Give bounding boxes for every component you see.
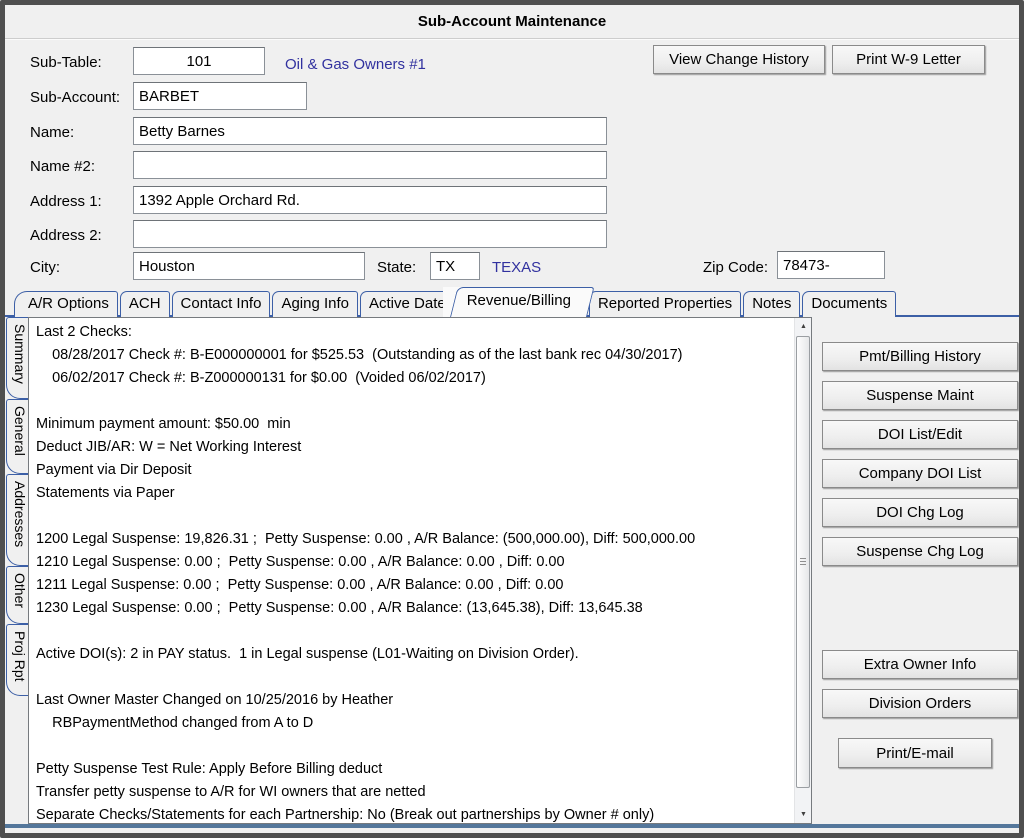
state-label: State: — [377, 259, 416, 276]
tab-documents[interactable]: Documents — [802, 291, 896, 317]
sub-table-input[interactable] — [133, 47, 265, 75]
address1-label: Address 1: — [30, 193, 102, 210]
scroll-thumb[interactable] — [796, 336, 810, 788]
zip-label: Zip Code: — [703, 259, 768, 276]
suspense-maint-button[interactable]: Suspense Maint — [822, 381, 1018, 410]
summary-line — [36, 669, 787, 692]
summary-line: Petty Suspense Test Rule: Apply Before B… — [36, 761, 787, 784]
doi-list-edit-button[interactable]: DOI List/Edit — [822, 420, 1018, 449]
summary-line: Last Owner Master Changed on 10/25/2016 … — [36, 692, 787, 715]
summary-line: 1210 Legal Suspense: 0.00 ; Petty Suspen… — [36, 554, 787, 577]
page-title: Sub-Account Maintenance — [418, 13, 606, 30]
summary-line: 1211 Legal Suspense: 0.00 ; Petty Suspen… — [36, 577, 787, 600]
extra-owner-info-button[interactable]: Extra Owner Info — [822, 650, 1018, 679]
summary-line: Deduct JIB/AR: W = Net Working Interest — [36, 439, 787, 462]
tab-notes[interactable]: Notes — [743, 291, 800, 317]
state-input[interactable] — [430, 252, 480, 280]
tab-revenue-billing[interactable]: Revenue/Billing — [443, 287, 587, 317]
address1-input[interactable] — [133, 186, 607, 214]
summary-line: Separate Checks/Statements for each Part… — [36, 807, 787, 824]
side-tab-strip: Summary General Addresses Other Proj Rpt — [6, 317, 28, 696]
tab-ar-options[interactable]: A/R Options — [14, 291, 118, 317]
pmt-billing-history-button[interactable]: Pmt/Billing History — [822, 342, 1018, 371]
name-input[interactable] — [133, 117, 607, 145]
title-bar: Sub-Account Maintenance — [5, 5, 1019, 39]
summary-line: 08/28/2017 Check #: B-E000000001 for $52… — [36, 347, 787, 370]
summary-line — [36, 393, 787, 416]
city-label: City: — [30, 259, 60, 276]
tab-aging-info[interactable]: Aging Info — [272, 291, 358, 317]
summary-text-area[interactable]: Last 2 Checks: 08/28/2017 Check #: B-E00… — [28, 317, 812, 824]
sub-account-input[interactable] — [133, 82, 307, 110]
summary-line: 1200 Legal Suspense: 19,826.31 ; Petty S… — [36, 531, 787, 554]
sub-table-label: Sub-Table: — [30, 54, 102, 71]
summary-line: 1230 Legal Suspense: 0.00 ; Petty Suspen… — [36, 600, 787, 623]
sub-account-label: Sub-Account: — [30, 89, 120, 106]
tab-ach[interactable]: ACH — [120, 291, 170, 317]
scroll-up-icon[interactable]: ▲ — [795, 318, 812, 335]
summary-line — [36, 738, 787, 761]
summary-line: Transfer petty suspense to A/R for WI ow… — [36, 784, 787, 807]
app-window: Sub-Account Maintenance View Change Hist… — [0, 0, 1024, 838]
address2-input[interactable] — [133, 220, 607, 248]
summary-line — [36, 508, 787, 531]
sub-table-description: Oil & Gas Owners #1 — [285, 56, 426, 73]
division-orders-button[interactable]: Division Orders — [822, 689, 1018, 718]
company-doi-list-button[interactable]: Company DOI List — [822, 459, 1018, 488]
summary-line: Last 2 Checks: — [36, 324, 787, 347]
city-input[interactable] — [133, 252, 365, 280]
summary-line — [36, 623, 787, 646]
print-w9-letter-button[interactable]: Print W-9 Letter — [832, 45, 985, 74]
tab-contact-info[interactable]: Contact Info — [172, 291, 271, 317]
side-tab-addresses[interactable]: Addresses — [6, 474, 28, 566]
name2-input[interactable] — [133, 151, 607, 179]
summary-line: Payment via Dir Deposit — [36, 462, 787, 485]
summary-line: Active DOI(s): 2 in PAY status. 1 in Leg… — [36, 646, 787, 669]
tab-reported-properties[interactable]: Reported Properties — [589, 291, 741, 317]
side-tab-proj-rpt[interactable]: Proj Rpt — [6, 624, 28, 696]
side-tab-general[interactable]: General — [6, 399, 28, 474]
state-description: TEXAS — [492, 259, 541, 276]
summary-line: Statements via Paper — [36, 485, 787, 508]
tab-active-date[interactable]: Active Date — [360, 291, 455, 317]
print-email-button[interactable]: Print/E-mail — [838, 738, 992, 768]
suspense-chg-log-button[interactable]: Suspense Chg Log — [822, 537, 1018, 566]
doi-chg-log-button[interactable]: DOI Chg Log — [822, 498, 1018, 527]
view-change-history-button[interactable]: View Change History — [653, 45, 825, 74]
bottom-accent-line — [5, 824, 1019, 828]
summary-line: Minimum payment amount: $50.00 min — [36, 416, 787, 439]
side-tab-other[interactable]: Other — [6, 566, 28, 624]
address2-label: Address 2: — [30, 227, 102, 244]
tab-bar: A/R Options ACH Contact Info Aging Info … — [14, 287, 898, 317]
vertical-scrollbar[interactable]: ▲ ▼ — [794, 318, 811, 823]
zip-input[interactable] — [777, 251, 885, 279]
summary-line: RBPaymentMethod changed from A to D — [36, 715, 787, 738]
summary-line: 06/02/2017 Check #: B-Z000000131 for $0.… — [36, 370, 787, 393]
name2-label: Name #2: — [30, 158, 95, 175]
side-tab-summary[interactable]: Summary — [6, 317, 28, 399]
scroll-down-icon[interactable]: ▼ — [795, 806, 812, 823]
name-label: Name: — [30, 124, 74, 141]
